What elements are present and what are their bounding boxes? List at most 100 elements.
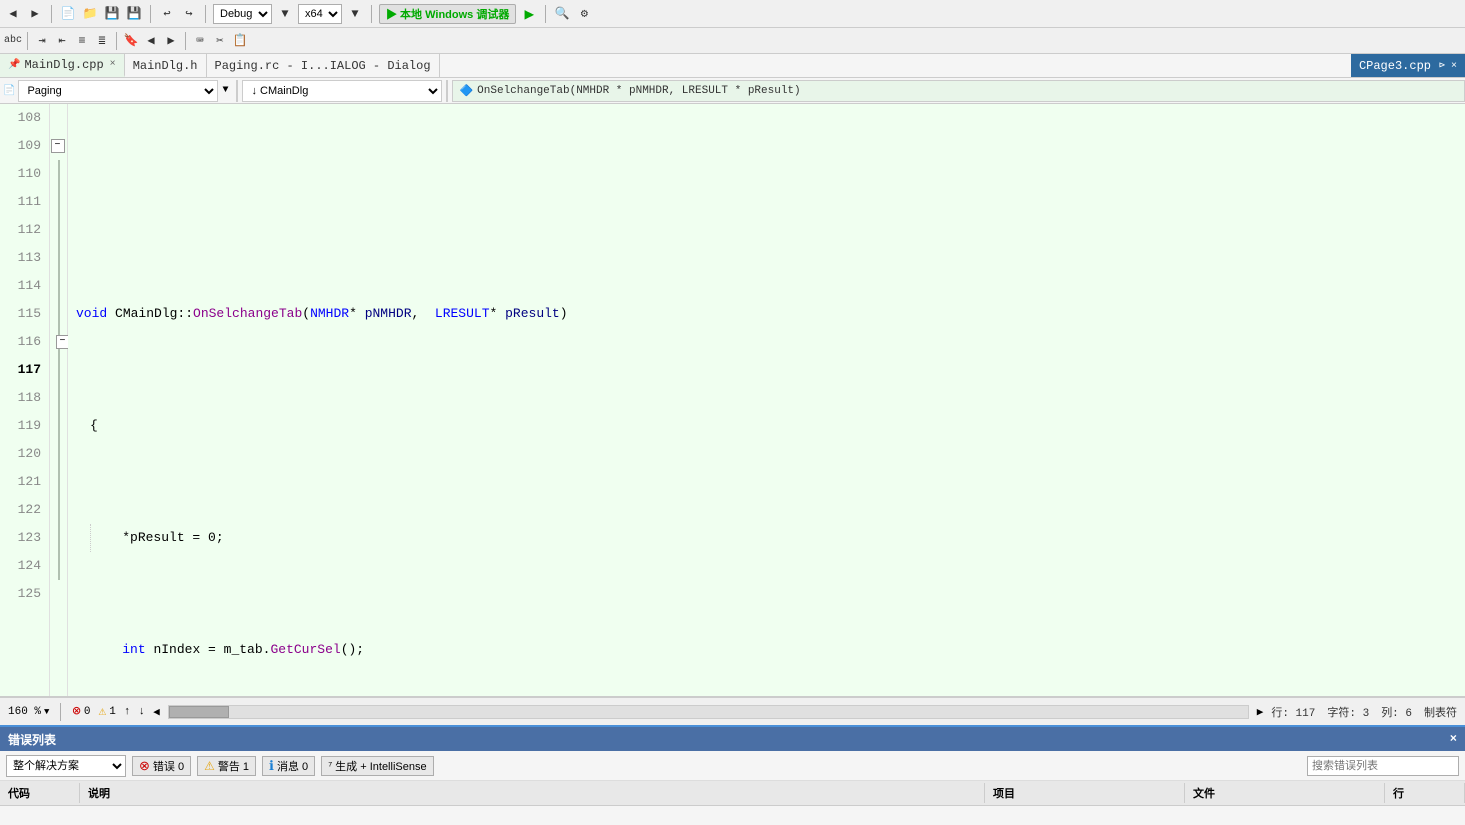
cut-icon[interactable]: ✂ — [211, 32, 229, 50]
type-lresult: LRESULT — [435, 300, 490, 328]
run-icon[interactable]: ▶ — [520, 5, 538, 23]
kw-void: void — [76, 300, 115, 328]
search-icon[interactable]: 🔍 — [553, 5, 571, 23]
debug-config-arrow[interactable]: ▼ — [276, 5, 294, 23]
warn-count: 1 — [109, 706, 116, 718]
back-icon[interactable]: ◀ — [4, 5, 22, 23]
error-scope-filter[interactable]: 整个解决方案 — [6, 755, 126, 777]
tab-pagingrc-label: Paging.rc - I...IALOG - Dialog — [215, 59, 431, 73]
tab-maindlgcpp-close[interactable]: × — [110, 59, 116, 70]
indent-icon[interactable]: ⇥ — [33, 32, 51, 50]
fold-125 — [50, 580, 67, 608]
ln-108: 108 — [8, 104, 41, 132]
ln-117: 117 — [8, 356, 41, 384]
tab-maindlgh[interactable]: MainDlg.h — [125, 54, 207, 77]
info-count-btn[interactable]: ℹ 消息 0 — [262, 756, 315, 776]
align-icon[interactable]: ≡ — [73, 32, 91, 50]
intellisense-btn[interactable]: ⁷ 生成 + IntelliSense — [321, 756, 433, 776]
save-icon[interactable]: 💾 — [103, 5, 121, 23]
col-file: 文件 — [1185, 783, 1385, 803]
nav-right[interactable]: ▶ — [1257, 705, 1264, 719]
class-dropdown[interactable]: ↓ CMainDlg — [242, 80, 442, 102]
indent-sp: * — [91, 524, 130, 552]
status-bar: 160 % ▼ ⊗ 0 ⚠ 1 ↑ ↓ ◀ ▶ 行: 117 字符: 3 列: … — [0, 697, 1465, 725]
fold-113 — [58, 244, 67, 272]
tab-pagingrc[interactable]: Paging.rc - I...IALOG - Dialog — [207, 54, 440, 77]
error-panel-close[interactable]: × — [1450, 732, 1457, 746]
nav-up[interactable]: ↑ — [124, 706, 131, 718]
forward-icon[interactable]: ▶ — [26, 5, 44, 23]
bookmark-icon[interactable]: 🔖 — [122, 32, 140, 50]
tab-maindlgcpp[interactable]: 📌 MainDlg.cpp × — [0, 54, 125, 77]
ln-116: 116 — [8, 328, 41, 356]
warning-status[interactable]: ⚠ 1 — [98, 704, 115, 719]
ln-120: 120 — [8, 440, 41, 468]
paging-icon: 📄 — [0, 85, 18, 97]
warn-count-btn[interactable]: ⚠ 警告 1 — [197, 756, 256, 776]
scope-dropdown[interactable]: Paging — [18, 80, 218, 102]
debug-config-select[interactable]: Debug — [213, 4, 272, 24]
error-table-header: 代码 说明 项目 文件 行 — [0, 781, 1465, 806]
nav-dropdown-bar: 📄 Paging ▼ ↓ CMainDlg 🔷 OnSelchangeTab(N… — [0, 78, 1465, 104]
scrollbar-thumb[interactable] — [169, 706, 229, 718]
horizontal-scrollbar[interactable] — [168, 705, 1249, 719]
kw-int1: int — [122, 636, 153, 664]
tab-maindlgh-label: MainDlg.h — [133, 59, 198, 73]
text-icon[interactable]: abc — [4, 32, 22, 50]
param-pnmhdr: pNMHDR — [365, 300, 412, 328]
fold-114 — [58, 272, 67, 300]
zoom-control[interactable]: 160 % ▼ — [8, 706, 49, 718]
arch-select[interactable]: x64 — [298, 4, 342, 24]
code-editor[interactable]: void CMainDlg::OnSelchangeTab(NMHDR* pNM… — [68, 104, 1465, 696]
settings-icon[interactable]: ⚙ — [575, 5, 593, 23]
editor-area: 108 109 110 111 112 113 114 115 116 117 … — [0, 104, 1465, 697]
nav-down[interactable]: ↓ — [139, 706, 146, 718]
tab-cpage3cpp[interactable]: CPage3.cpp ⊳ × — [1351, 54, 1465, 77]
outdent-icon[interactable]: ⇤ — [53, 32, 71, 50]
tab-spacer — [440, 54, 1351, 77]
format-icon[interactable]: ⌨ — [191, 32, 209, 50]
presult-ref: pResult — [130, 524, 185, 552]
zoom-arrow[interactable]: ▼ — [44, 707, 49, 717]
ln-124: 124 — [8, 552, 41, 580]
tab-maindlgcpp-label: MainDlg.cpp — [24, 58, 103, 72]
ln-111: 111 — [8, 188, 41, 216]
zoom-value: 160 % — [8, 706, 41, 718]
undo-icon[interactable]: ↩ — [158, 5, 176, 23]
col-project: 项目 — [985, 783, 1185, 803]
fold-109-icon[interactable]: − — [51, 139, 65, 153]
fold-109[interactable]: − — [50, 132, 67, 160]
nav-sep2 — [446, 80, 448, 102]
ln-112: 112 — [8, 216, 41, 244]
error-search-input[interactable] — [1307, 756, 1459, 776]
arch-arrow[interactable]: ▼ — [346, 5, 364, 23]
fold-111 — [58, 188, 67, 216]
ln-123: 123 — [8, 524, 41, 552]
warn-btn-label: 警告 1 — [218, 758, 249, 774]
fold-116[interactable]: − — [58, 328, 67, 356]
ln-114: 114 — [8, 272, 41, 300]
redo-icon[interactable]: ↪ — [180, 5, 198, 23]
nav-left[interactable]: ◀ — [153, 705, 160, 719]
new-icon[interactable]: 📄 — [59, 5, 77, 23]
func-getcursel: GetCurSel — [270, 636, 340, 664]
align2-icon[interactable]: ≣ — [93, 32, 111, 50]
bk-next-icon[interactable]: ▶ — [162, 32, 180, 50]
error-panel-title-bar: 错误列表 × — [0, 727, 1465, 751]
sep5 — [545, 5, 546, 23]
saveall-icon[interactable]: 💾 — [125, 5, 143, 23]
paste-icon[interactable]: 📋 — [231, 32, 249, 50]
error-status[interactable]: ⊗ 0 — [72, 703, 90, 720]
error-count-btn[interactable]: ⊗ 错误 0 — [132, 756, 191, 776]
open-icon[interactable]: 📁 — [81, 5, 99, 23]
fold-110 — [58, 160, 67, 188]
tab-cpage3cpp-close[interactable]: ⊳ × — [1439, 60, 1457, 72]
ln-121: 121 — [8, 468, 41, 496]
bk-prev-icon[interactable]: ◀ — [142, 32, 160, 50]
method-name: OnSelchangeTab(NMHDR * pNMHDR, LRESULT *… — [477, 85, 800, 97]
code-line-112: int nIndex = m_tab.GetCurSel(); — [76, 636, 1457, 664]
fold-margin: − − — [50, 104, 68, 696]
toolbar-top: ◀ ▶ 📄 📁 💾 💾 ↩ ↪ Debug ▼ x64 ▼ ▶ 本地 Windo… — [0, 0, 1465, 28]
status-sep1 — [60, 703, 61, 721]
run-button[interactable]: ▶ 本地 Windows 调试器 — [379, 4, 516, 24]
